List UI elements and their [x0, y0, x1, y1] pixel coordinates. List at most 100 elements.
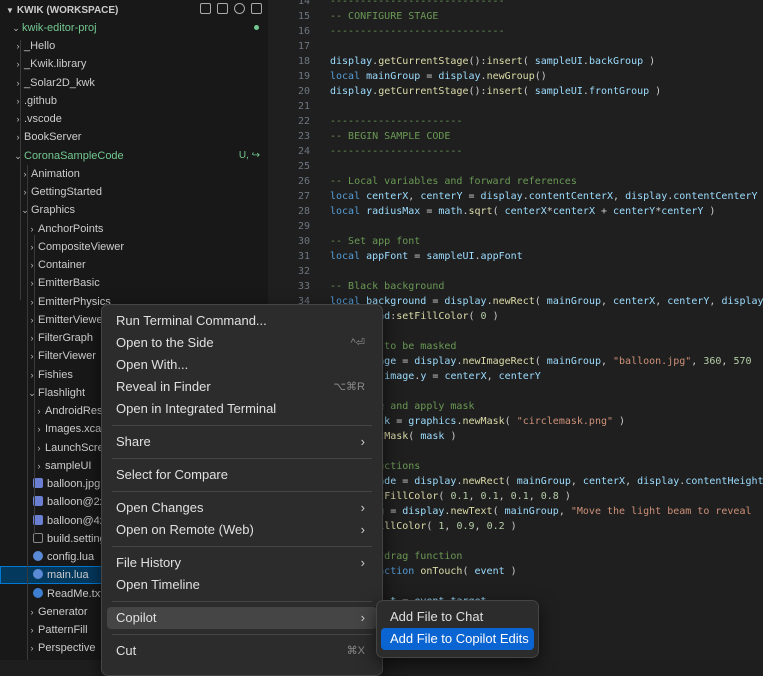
line-number: 14: [297, 0, 310, 7]
tree-folder[interactable]: › _Solar2D_kwk: [0, 74, 268, 92]
line-number: 15: [297, 11, 310, 22]
tree-folder[interactable]: › _Hello: [0, 37, 268, 55]
tree-item-label: CompositeViewer: [38, 240, 125, 253]
code-token: =: [420, 206, 439, 217]
code-token: math: [438, 206, 463, 217]
code-token: 0.1: [480, 491, 499, 502]
new-file-icon[interactable]: [200, 3, 211, 14]
code-token: "circlemask.png": [516, 416, 614, 427]
menu-item-label: Open to the Side: [116, 335, 214, 350]
code-token: (: [468, 311, 481, 322]
menu-item-open-with[interactable]: Open With...: [107, 354, 377, 376]
code-token: (): [534, 71, 547, 82]
chevron-right-icon: ›: [16, 95, 20, 106]
tree-folder[interactable]: › _Kwik.library: [0, 55, 268, 73]
code-token: centerX: [552, 206, 595, 217]
code-token: appFont: [480, 251, 523, 262]
code-token: (: [522, 56, 535, 67]
tree-folder[interactable]: › GettingStarted: [0, 183, 268, 201]
tree-folder[interactable]: › Container: [0, 256, 268, 274]
tree-item-label: Fishies: [38, 368, 73, 381]
chevron-right-icon: ›: [360, 500, 365, 515]
shortcut-hint: ⌥⌘R: [333, 381, 365, 393]
add-file-to-copilot-edits-item[interactable]: Add File to Copilot Edits: [381, 628, 534, 650]
code-text: -- Black background: [330, 279, 444, 294]
menu-separator: [112, 546, 372, 547]
menu-item-label: Open Changes: [116, 500, 204, 515]
code-token: newGroup: [486, 71, 535, 82]
code-token: 0.2: [486, 521, 505, 532]
menu-item-cut[interactable]: Cut ⌘X: [107, 640, 377, 662]
tree-item-label: EmitterViewer: [38, 313, 107, 326]
menu-item-run-terminal-command[interactable]: Run Terminal Command...: [107, 310, 377, 332]
tree-folder[interactable]: › .github: [0, 92, 268, 110]
code-token: display: [414, 356, 457, 367]
collapse-all-icon[interactable]: [251, 3, 262, 14]
tree-folder[interactable]: › BookServer: [0, 128, 268, 146]
code-token: display: [330, 86, 373, 97]
new-folder-icon[interactable]: [217, 3, 228, 14]
menu-item-file-history[interactable]: File History ›: [107, 552, 377, 574]
code-token: mainGroup: [546, 356, 601, 367]
chevron-right-icon: ›: [16, 41, 20, 51]
tree-item-label: .vscode: [24, 113, 62, 125]
code-token: ----------------------: [330, 146, 463, 157]
menu-item-open-changes[interactable]: Open Changes ›: [107, 497, 377, 519]
code-token: mainGroup: [516, 476, 571, 487]
code-text: local appFont = sampleUI.appFont: [330, 249, 523, 264]
info-file-icon: [33, 587, 43, 598]
project-root[interactable]: ⌄ kwik-editor-proj: [0, 19, 268, 37]
add-file-to-chat-item[interactable]: Add File to Chat: [381, 606, 534, 628]
code-text: local centerX, centerY = display.content…: [330, 189, 758, 204]
refresh-icon[interactable]: [234, 3, 245, 14]
tree-item-label: .github: [24, 94, 58, 107]
code-token: =: [426, 296, 445, 307]
code-token: ): [504, 566, 517, 577]
chevron-down-icon: ⌄: [12, 23, 20, 33]
lua-file-icon: [33, 569, 43, 580]
code-token: centerY: [498, 371, 541, 382]
code-token: display: [438, 71, 481, 82]
code-token: ,: [558, 506, 571, 517]
code-token: 0.8: [540, 491, 559, 502]
menu-item-open-in-integrated-terminal[interactable]: Open in Integrated Terminal: [107, 398, 377, 420]
code-token: +: [594, 206, 614, 217]
code-token: insert: [486, 56, 523, 67]
tree-item-label: _Kwik.library: [24, 58, 87, 71]
tree-folder[interactable]: › .vscode: [0, 110, 268, 128]
code-token: local: [330, 191, 367, 202]
code-text: -----------------------------: [330, 24, 505, 39]
code-token: 0.1: [450, 491, 469, 502]
menu-item-open-on-remote-web[interactable]: Open on Remote (Web) ›: [107, 519, 377, 541]
code-token: (: [504, 476, 517, 487]
menu-item-copilot[interactable]: Copilot ›: [107, 607, 377, 629]
menu-item-label: Open Timeline: [116, 577, 200, 592]
menu-item-open-to-the-side[interactable]: Open to the Side ^⏎: [107, 332, 377, 354]
code-token: image: [384, 371, 415, 382]
menu-item-share[interactable]: Share ›: [107, 431, 377, 453]
tree-item-label: EmitterBasic: [38, 277, 100, 290]
tree-folder[interactable]: ⌄ CoronaSampleCode U, ↪: [0, 147, 268, 165]
menu-item-label: Copilot: [116, 610, 157, 625]
chevron-down-icon[interactable]: ▼: [6, 6, 14, 15]
menu-separator: [112, 425, 372, 426]
code-token: -----------------------------: [330, 26, 505, 37]
code-token: mainGroup: [366, 71, 421, 82]
tree-item-label: sampleUI: [45, 459, 92, 472]
line-number: 19: [297, 71, 310, 82]
tree-folder[interactable]: › EmitterBasic: [0, 274, 268, 292]
tree-folder[interactable]: › AnchorPoints: [0, 220, 268, 238]
code-token: centerX: [366, 191, 409, 202]
tree-folder[interactable]: › CompositeViewer: [0, 238, 268, 256]
code-token: local: [330, 251, 367, 262]
chevron-right-icon: ›: [360, 555, 365, 570]
code-token: ): [504, 521, 517, 532]
menu-item-reveal-in-finder[interactable]: Reveal in Finder ⌥⌘R: [107, 376, 377, 398]
tree-folder[interactable]: ⌄ Graphics: [0, 201, 268, 219]
menu-item-open-timeline[interactable]: Open Timeline: [107, 574, 377, 596]
tree-folder[interactable]: › Animation: [0, 165, 268, 183]
code-token: "balloon.jpg": [613, 356, 692, 367]
menu-item-select-for-compare[interactable]: Select for Compare: [107, 464, 377, 486]
tree-item-label: _Solar2D_kwk: [24, 76, 95, 89]
code-token: newText: [450, 506, 493, 517]
